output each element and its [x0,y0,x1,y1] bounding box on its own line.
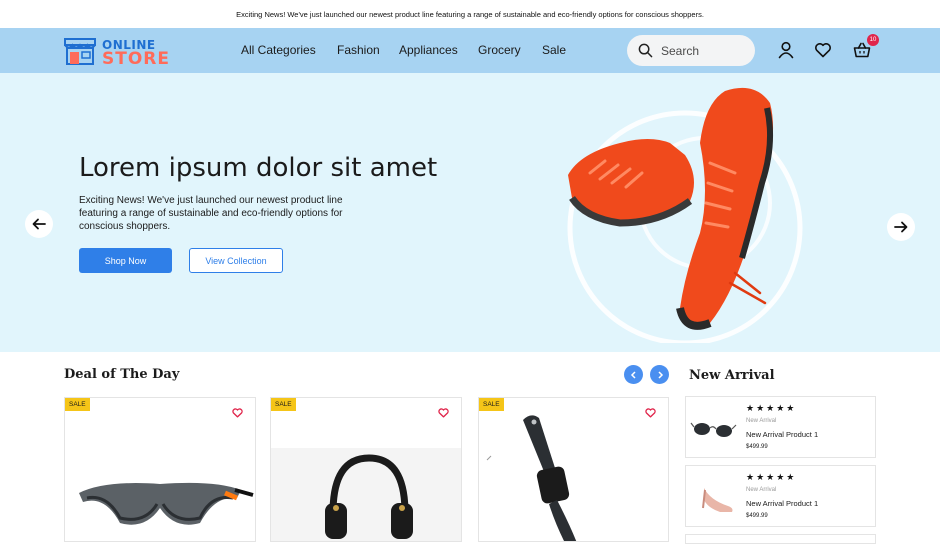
announcement-text: Exciting News! We've just launched our n… [236,9,704,19]
search-icon [638,43,653,58]
product-price: $499.99 [746,444,768,450]
product-card[interactable]: SALE [64,397,256,542]
nav-appliances[interactable]: Appliances [399,43,458,57]
hero-next-button[interactable] [887,213,915,241]
shop-now-button[interactable]: Shop Now [79,248,172,273]
product-price: $499.99 [746,513,768,519]
product-name[interactable]: New Arrival Product 1 [746,499,818,508]
nav-all-categories[interactable]: All Categories [241,43,316,57]
new-arrival-tag: New Arrival [746,418,777,424]
headphones-image [271,448,461,541]
new-arrival-card[interactable] [685,534,876,544]
arrow-left-icon [32,218,46,230]
announcement-bar: Exciting News! We've just launched our n… [0,0,940,28]
hero-banner: Lorem ipsum dolor sit amet Exciting News… [0,73,940,352]
store-logo[interactable]: ONLINE STORE [62,35,182,69]
rating-stars: ★★★★★ [746,472,797,482]
smartwatch-image [486,415,577,541]
new-arrival-title: New Arrival [689,368,775,383]
hero-title: Lorem ipsum dolor sit amet [79,153,438,183]
cart-count-badge: 10 [867,34,879,46]
product-card[interactable]: SALE [270,397,462,542]
new-arrival-card[interactable]: ★★★★★ New Arrival New Arrival Product 1 … [685,396,876,458]
chevron-right-icon [657,370,663,379]
nav-fashion[interactable]: Fashion [337,43,380,57]
logo-text-store: STORE [102,49,170,69]
site-header: ONLINE STORE All Categories Fashion Appl… [0,28,940,73]
deal-of-the-day-title: Deal of The Day [64,367,180,382]
deals-prev-button[interactable] [624,365,643,384]
heels-image [702,488,733,512]
products-section: Deal of The Day SALE SALE SALE New Arriv… [0,352,940,544]
chevron-left-icon [630,370,636,379]
new-arrival-card[interactable]: ★★★★★ New Arrival New Arrival Product 1 … [685,465,876,527]
arrow-right-icon [894,221,908,233]
user-icon[interactable] [776,40,796,60]
hero-description: Exciting News! We've just launched our n… [79,195,343,232]
product-card[interactable]: SALE [478,397,669,542]
search-input[interactable] [661,42,745,59]
hero-prev-button[interactable] [25,210,53,238]
hero-shoes-image [567,87,803,343]
nav-grocery[interactable]: Grocery [478,43,521,57]
rating-stars: ★★★★★ [746,403,797,413]
heart-icon[interactable] [813,40,833,60]
view-collection-button[interactable]: View Collection [189,248,283,273]
deals-next-button[interactable] [650,365,669,384]
safety-glasses-image [79,482,254,525]
new-arrival-tag: New Arrival [746,487,777,493]
nav-sale[interactable]: Sale [542,43,566,57]
storefront-icon [64,38,96,65]
sunglasses-image [690,422,737,437]
search-box[interactable] [627,35,755,66]
product-name[interactable]: New Arrival Product 1 [746,430,818,439]
